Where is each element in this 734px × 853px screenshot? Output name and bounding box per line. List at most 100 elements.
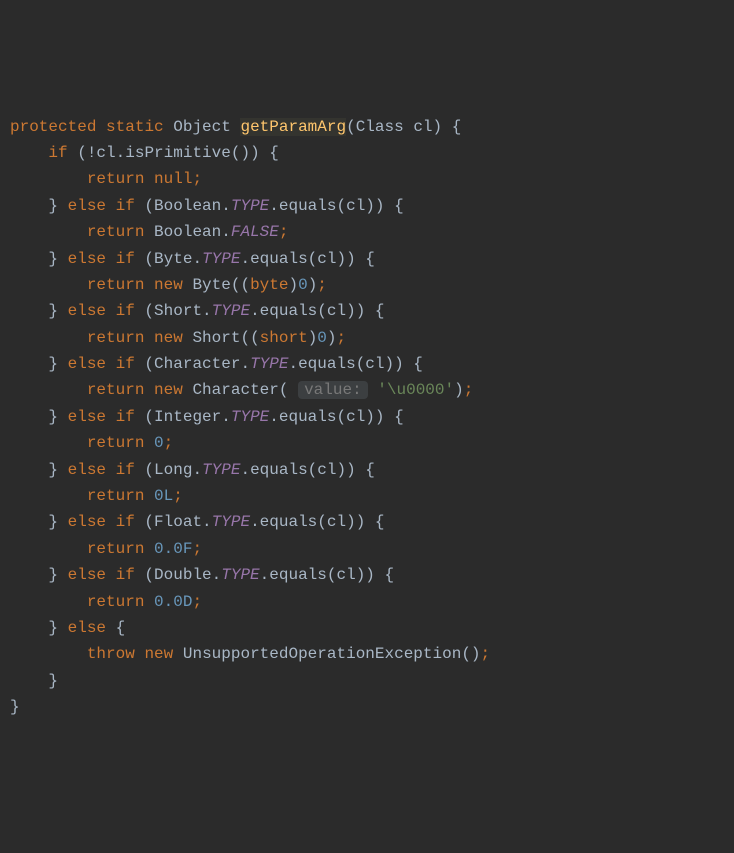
keyword-new: new	[154, 276, 183, 294]
type-boolean: Boolean	[154, 197, 221, 215]
field-type: TYPE	[250, 355, 288, 373]
type-byte: Byte	[192, 276, 230, 294]
literal-zero: 0	[298, 276, 308, 294]
keyword-if: if	[116, 197, 135, 215]
literal-zero-d: 0.0D	[154, 593, 192, 611]
literal-zero-l: 0L	[154, 487, 173, 505]
semicolon: ;	[317, 276, 327, 294]
keyword-return: return	[87, 223, 145, 241]
keyword-null: null	[154, 170, 192, 188]
ident-cl: cl	[365, 355, 384, 373]
call-equals: equals	[269, 566, 327, 584]
keyword-else: else	[68, 619, 106, 637]
type-long: Long	[154, 461, 192, 479]
keyword-else: else	[68, 355, 106, 373]
type-double: Double	[154, 566, 212, 584]
field-type: TYPE	[202, 461, 240, 479]
call-equals: equals	[250, 461, 308, 479]
type-uoe: UnsupportedOperationException	[183, 645, 461, 663]
type-object: Object	[173, 118, 231, 136]
keyword-protected: protected	[10, 118, 96, 136]
literal-zero: 0	[154, 434, 164, 452]
type-class: Class	[356, 118, 404, 136]
keyword-if: if	[116, 250, 135, 268]
type-integer: Integer	[154, 408, 221, 426]
semicolon: ;	[192, 540, 202, 558]
ident-cl: cl	[346, 197, 365, 215]
call-equals: equals	[260, 302, 318, 320]
method-name: getParamArg	[240, 118, 346, 136]
call-equals: equals	[260, 513, 318, 531]
keyword-static: static	[106, 118, 164, 136]
keyword-if: if	[116, 302, 135, 320]
field-type: TYPE	[212, 302, 250, 320]
keyword-new: new	[154, 329, 183, 347]
keyword-else: else	[68, 197, 106, 215]
keyword-throw: throw	[87, 645, 135, 663]
keyword-return: return	[87, 276, 145, 294]
call-equals: equals	[250, 250, 308, 268]
semicolon: ;	[164, 434, 174, 452]
call-isprimitive: isPrimitive	[125, 144, 231, 162]
keyword-else: else	[68, 408, 106, 426]
semicolon: ;	[337, 329, 347, 347]
ident-cl: cl	[317, 250, 336, 268]
keyword-if: if	[116, 461, 135, 479]
ident-cl: cl	[336, 566, 355, 584]
semicolon: ;	[192, 593, 202, 611]
field-type: TYPE	[202, 250, 240, 268]
semicolon: ;	[192, 170, 202, 188]
call-equals: equals	[279, 197, 337, 215]
keyword-return: return	[87, 329, 145, 347]
type-boolean: Boolean	[154, 223, 221, 241]
keyword-else: else	[68, 566, 106, 584]
keyword-return: return	[87, 593, 145, 611]
keyword-return: return	[87, 170, 145, 188]
keyword-if: if	[116, 355, 135, 373]
keyword-return: return	[87, 487, 145, 505]
field-type: TYPE	[212, 513, 250, 531]
ident-cl: cl	[327, 302, 346, 320]
ident-cl: cl	[96, 144, 115, 162]
keyword-if: if	[48, 144, 67, 162]
type-short: Short	[192, 329, 240, 347]
ident-cl: cl	[346, 408, 365, 426]
keyword-if: if	[116, 513, 135, 531]
literal-char: '\u0000'	[377, 381, 454, 399]
param-cl: cl	[413, 118, 432, 136]
type-character: Character	[192, 381, 278, 399]
field-false: FALSE	[231, 223, 279, 241]
literal-zero-f: 0.0F	[154, 540, 192, 558]
keyword-return: return	[87, 381, 145, 399]
keyword-if: if	[116, 408, 135, 426]
keyword-if: if	[116, 566, 135, 584]
type-byte: Byte	[154, 250, 192, 268]
type-short: Short	[154, 302, 202, 320]
keyword-new: new	[154, 381, 183, 399]
keyword-new: new	[144, 645, 173, 663]
semicolon: ;	[464, 381, 474, 399]
semicolon: ;	[279, 223, 289, 241]
call-equals: equals	[298, 355, 356, 373]
cast-short: short	[260, 329, 308, 347]
code-editor[interactable]: protected static Object getParamArg(Clas…	[10, 114, 724, 721]
keyword-return: return	[87, 540, 145, 558]
semicolon: ;	[173, 487, 183, 505]
keyword-else: else	[68, 461, 106, 479]
call-equals: equals	[279, 408, 337, 426]
type-character: Character	[154, 355, 240, 373]
field-type: TYPE	[231, 197, 269, 215]
literal-zero: 0	[317, 329, 327, 347]
semicolon: ;	[481, 645, 491, 663]
field-type: TYPE	[221, 566, 259, 584]
keyword-else: else	[68, 250, 106, 268]
ident-cl: cl	[327, 513, 346, 531]
field-type: TYPE	[231, 408, 269, 426]
parameter-hint: value:	[298, 381, 368, 399]
cast-byte: byte	[250, 276, 288, 294]
keyword-else: else	[68, 513, 106, 531]
keyword-else: else	[68, 302, 106, 320]
ident-cl: cl	[317, 461, 336, 479]
type-float: Float	[154, 513, 202, 531]
keyword-return: return	[87, 434, 145, 452]
